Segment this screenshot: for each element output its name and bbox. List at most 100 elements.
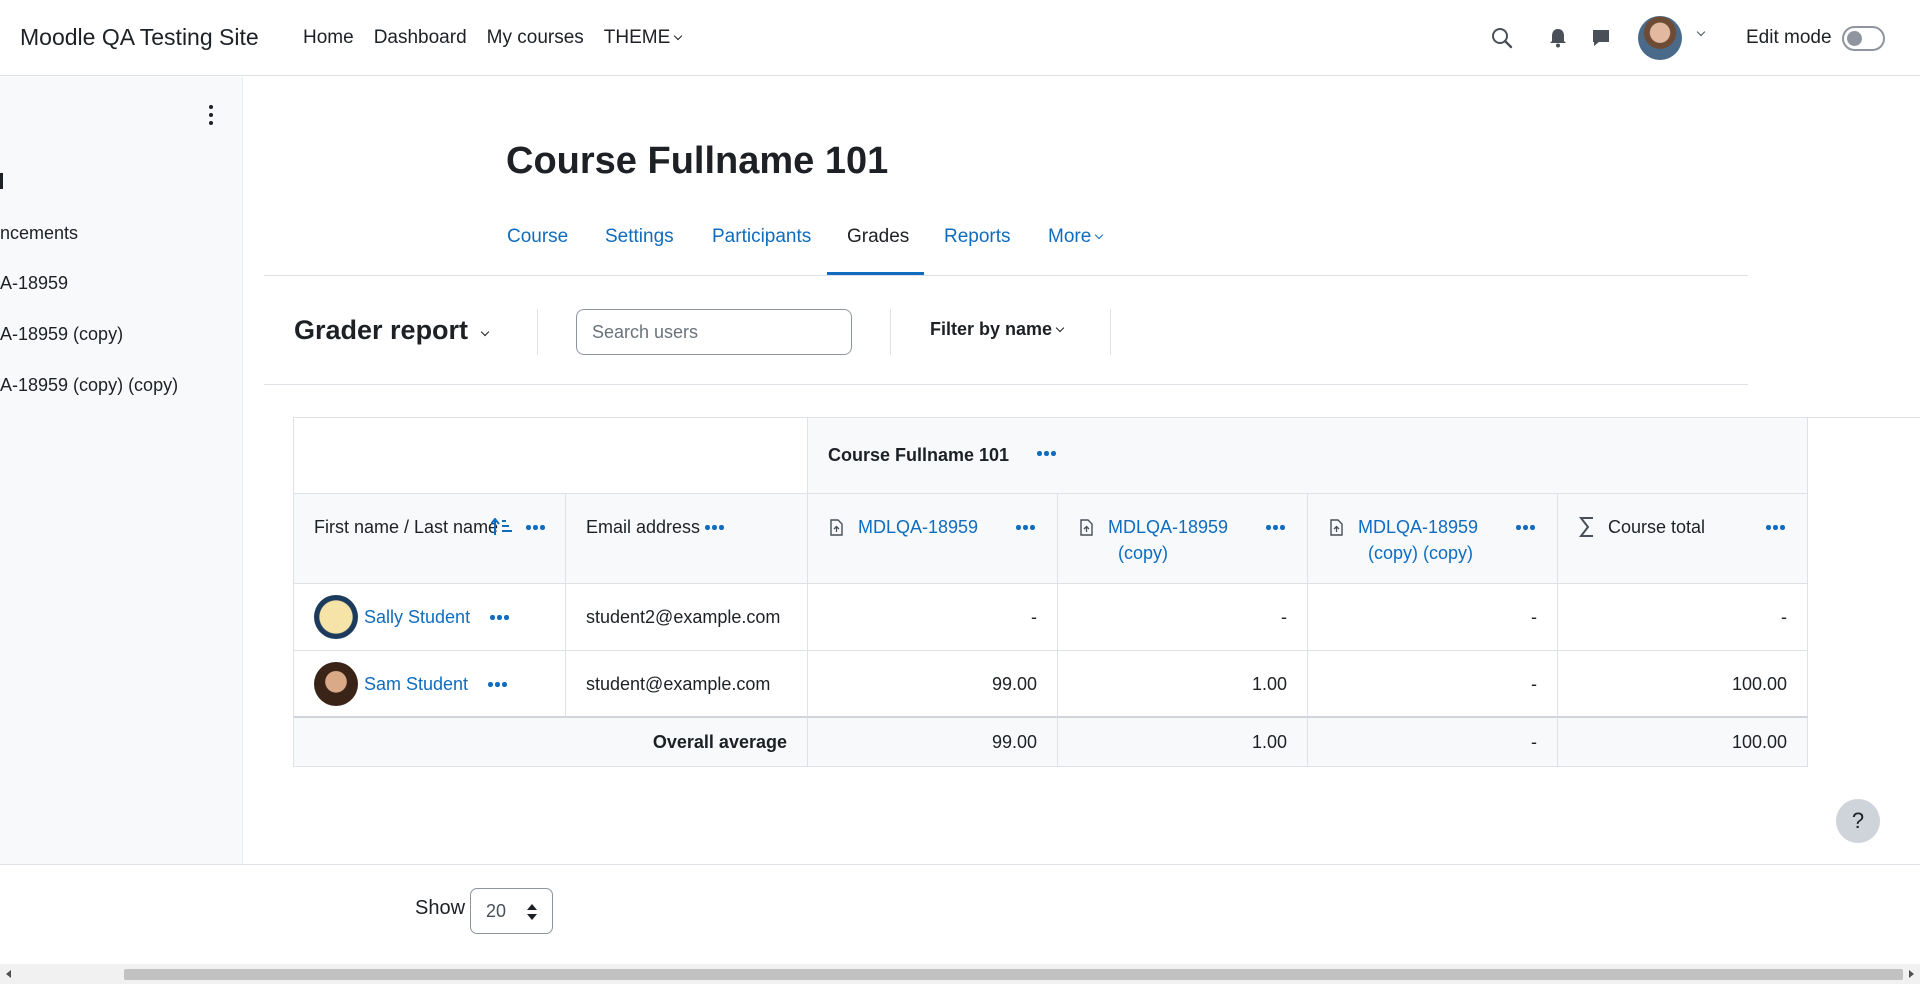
total-column-header: Course total	[1608, 517, 1706, 537]
grade-value: -	[1281, 607, 1287, 627]
item1-header-cell: MDLQA-18959	[808, 494, 1058, 584]
item3-column-header-line2[interactable]: (copy) (copy)	[1368, 540, 1473, 566]
student-email: student@example.com	[586, 674, 771, 694]
edit-mode-toggle[interactable]	[1842, 26, 1885, 51]
tab-course[interactable]: Course	[507, 226, 568, 248]
chevron-down-icon	[1095, 230, 1104, 240]
nav-home[interactable]: Home	[303, 27, 354, 49]
filter-by-name-label: Filter by name	[930, 319, 1053, 339]
nav-my-courses[interactable]: My courses	[487, 27, 584, 49]
page-title: Course Fullname 101	[506, 140, 889, 182]
average-label-cell: Overall average	[293, 718, 808, 767]
nav-theme[interactable]: THEME	[604, 27, 683, 49]
chevron-down-icon	[1055, 323, 1065, 333]
toggle-knob	[1847, 31, 1862, 46]
report-selector[interactable]: Grader report	[294, 315, 490, 346]
scroll-left-arrow-icon[interactable]	[6, 970, 11, 978]
tab-more[interactable]: More	[1048, 226, 1104, 248]
tab-participants[interactable]: Participants	[712, 226, 811, 248]
user-menu-chevron-down-icon[interactable]	[1696, 27, 1706, 37]
total-column-actions-icon[interactable]	[1766, 525, 1786, 531]
table-row: Sally Student	[293, 584, 566, 651]
item3-column-actions-icon[interactable]	[1516, 525, 1536, 531]
scroll-right-arrow-icon[interactable]	[1909, 970, 1914, 978]
item1-column-actions-icon[interactable]	[1016, 525, 1036, 531]
per-page-select[interactable]: 20	[470, 888, 553, 934]
table-row: Sam Student	[293, 651, 566, 718]
item3-header-cell: MDLQA-18959 (copy) (copy)	[1308, 494, 1558, 584]
edit-mode-label: Edit mode	[1746, 27, 1832, 48]
item2-column-header-line2[interactable]: (copy)	[1118, 540, 1168, 566]
average-cell: 99.00	[808, 718, 1058, 767]
table-overflow-border	[1808, 417, 1920, 418]
student-name-link[interactable]: Sam Student	[364, 671, 468, 697]
filter-by-name-button[interactable]: Filter by name	[930, 319, 1065, 340]
average-cell: 100.00	[1558, 718, 1808, 767]
item2-column-header-line1[interactable]: MDLQA-18959	[1108, 514, 1228, 540]
nav-dashboard[interactable]: Dashboard	[374, 27, 467, 49]
total-header-cell: Course total	[1558, 494, 1808, 584]
primary-navigation: Home Dashboard My courses THEME	[303, 27, 701, 49]
report-title: Grader report	[294, 315, 469, 345]
search-users-input[interactable]	[576, 309, 852, 355]
student-actions-icon[interactable]	[490, 615, 510, 621]
bell-icon[interactable]	[1546, 26, 1570, 50]
email-column-actions-icon[interactable]	[705, 525, 725, 531]
avatar[interactable]	[314, 595, 358, 639]
divider	[1110, 309, 1111, 355]
tab-settings[interactable]: Settings	[605, 226, 674, 248]
per-page-value: 20	[486, 901, 507, 921]
tab-reports[interactable]: Reports	[944, 226, 1011, 248]
grade-cell[interactable]: -	[808, 584, 1058, 651]
grade-cell[interactable]: 99.00	[808, 651, 1058, 718]
student-name-link[interactable]: Sally Student	[364, 604, 470, 630]
category-actions-icon[interactable]	[1037, 451, 1057, 457]
scrollbar-thumb[interactable]	[124, 969, 1903, 980]
course-total-cell[interactable]: -	[1558, 584, 1808, 651]
average-value: 1.00	[1251, 732, 1287, 752]
drawer-item-announcements[interactable]: ncements	[0, 223, 78, 244]
category-header: Course Fullname 101	[828, 445, 1010, 465]
grade-cell[interactable]: -	[1308, 584, 1558, 651]
empty-header-cell	[293, 417, 808, 494]
help-button[interactable]: ?	[1836, 799, 1880, 843]
select-arrows-icon	[527, 904, 537, 920]
site-name[interactable]: Moodle QA Testing Site	[20, 24, 259, 51]
email-column-header: Email address	[586, 517, 701, 537]
show-label: Show	[415, 897, 466, 919]
name-column-header[interactable]: First name / Last name	[314, 514, 498, 540]
chat-icon[interactable]	[1589, 26, 1613, 50]
grade-value: -	[1531, 607, 1537, 627]
item2-header-cell: MDLQA-18959 (copy)	[1058, 494, 1308, 584]
user-avatar[interactable]	[1638, 16, 1682, 60]
assignment-icon	[1080, 519, 1093, 536]
assignment-icon	[830, 519, 843, 536]
item3-column-header-line1[interactable]: MDLQA-18959	[1358, 514, 1478, 540]
drawer-item-mdlqa-18959-copy[interactable]: A-18959 (copy)	[0, 324, 123, 345]
course-total-cell[interactable]: 100.00	[1558, 651, 1808, 718]
student-actions-icon[interactable]	[488, 682, 508, 688]
grade-cell[interactable]: -	[1308, 651, 1558, 718]
drawer-item-mdlqa-18959[interactable]: A-18959	[0, 273, 68, 294]
grader-table: Course Fullname 101 First name / Last na…	[293, 417, 1808, 767]
name-column-actions-icon[interactable]	[526, 525, 546, 531]
sort-ascending-icon[interactable]	[491, 518, 513, 536]
drawer-item-mdlqa-18959-copy-copy[interactable]: A-18959 (copy) (copy)	[0, 375, 178, 396]
grade-cell[interactable]: -	[1058, 584, 1308, 651]
divider	[537, 309, 538, 355]
assignment-icon	[1330, 519, 1343, 536]
divider	[890, 309, 891, 355]
item1-column-header[interactable]: MDLQA-18959	[858, 514, 978, 540]
item2-column-actions-icon[interactable]	[1266, 525, 1286, 531]
tab-grades[interactable]: Grades	[847, 226, 909, 248]
email-cell: student2@example.com	[566, 584, 808, 651]
overall-average-label: Overall average	[652, 732, 787, 752]
name-header-cell: First name / Last name	[293, 494, 566, 584]
grade-value: 1.00	[1251, 674, 1287, 694]
drawer-kebab-icon[interactable]	[205, 103, 217, 127]
horizontal-scrollbar[interactable]	[0, 964, 1920, 984]
avatar[interactable]	[314, 662, 358, 706]
search-icon[interactable]	[1489, 25, 1515, 51]
drawer-section-marker	[0, 173, 3, 189]
grade-cell[interactable]: 1.00	[1058, 651, 1308, 718]
